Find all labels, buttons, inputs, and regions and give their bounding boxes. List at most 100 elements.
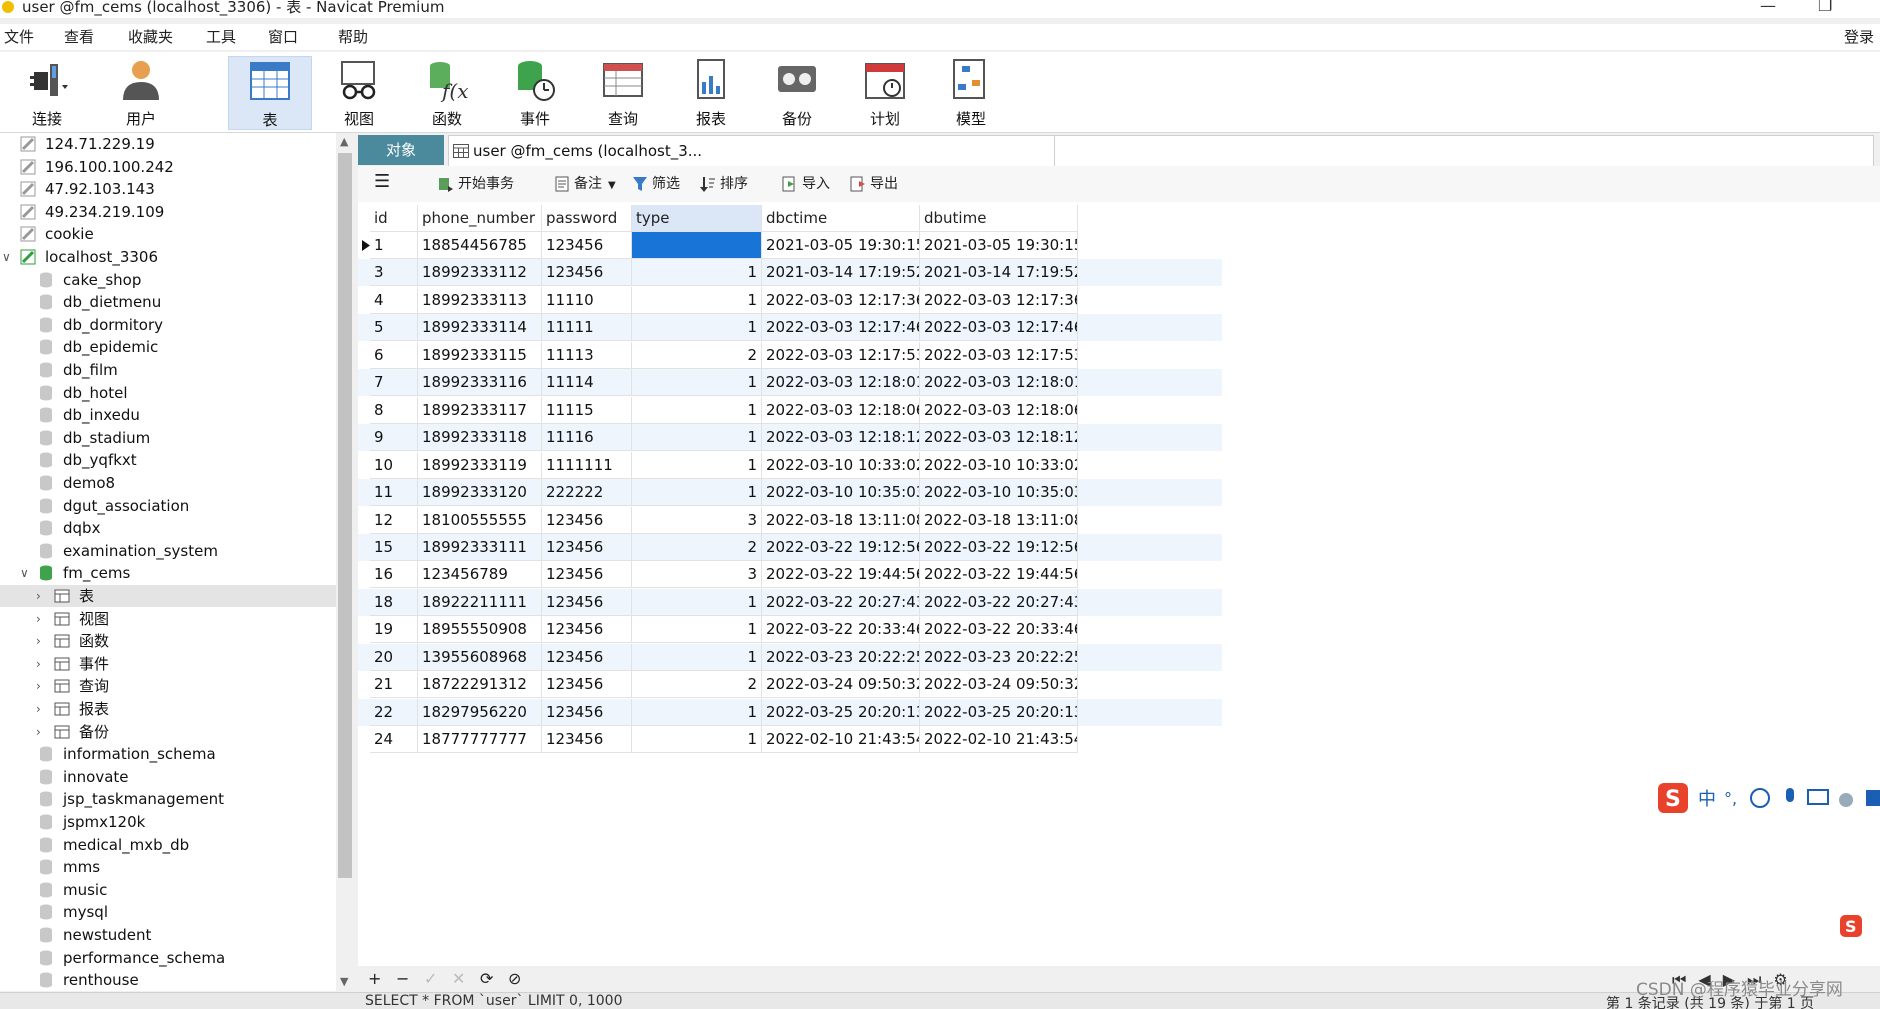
table-cell[interactable]: 18854456785: [418, 232, 542, 259]
table-cell[interactable]: 1: [632, 369, 762, 397]
table-cell[interactable]: 1: [632, 314, 762, 342]
table-cell[interactable]: 123456: [542, 726, 632, 754]
table-cell[interactable]: 13955608968: [418, 643, 542, 671]
table-cell[interactable]: 2022-02-10 21:43:54.979: [762, 726, 920, 754]
tree-item[interactable]: db_hotel: [0, 382, 336, 404]
table-cell[interactable]: 1: [370, 232, 418, 259]
table-cell[interactable]: 2022-03-10 10:35:03.498: [920, 479, 1078, 507]
table-cell[interactable]: 4: [370, 286, 418, 314]
delete-record-icon[interactable]: −: [396, 969, 409, 988]
table-cell[interactable]: 2022-03-22 20:33:46.755: [762, 616, 920, 644]
scroll-down-icon[interactable]: ▼: [340, 975, 348, 988]
table-cell[interactable]: 18992333112: [418, 259, 542, 287]
table-row[interactable]: 9189923331181111612022-03-03 12:18:12.32…: [358, 424, 1222, 452]
table-button[interactable]: 表: [228, 56, 312, 130]
table-cell[interactable]: 2022-03-03 12:17:46.254: [762, 314, 920, 342]
menu-favorites[interactable]: 收藏夹: [128, 26, 173, 47]
table-cell[interactable]: 222222: [542, 479, 632, 507]
tab-user-table[interactable]: user @fm_cems (localhost_3...: [448, 135, 1055, 166]
column-header[interactable]: phone_number: [418, 205, 542, 232]
table-cell[interactable]: 2022-03-22 20:27:43.364: [762, 588, 920, 616]
table-cell[interactable]: 2022-03-10 10:33:02.808: [920, 451, 1078, 479]
tree-item[interactable]: › 表: [0, 585, 336, 607]
table-cell[interactable]: 18992333111: [418, 533, 542, 561]
table-cell[interactable]: 2022-03-18 13:11:08.342: [762, 506, 920, 534]
table-cell[interactable]: 22: [370, 698, 418, 726]
tree-item[interactable]: › 查询: [0, 675, 336, 697]
tree-item[interactable]: mms: [0, 856, 336, 878]
scroll-up-icon[interactable]: ▲: [340, 135, 348, 148]
tree-item[interactable]: jsp_taskmanagement: [0, 788, 336, 810]
table-cell[interactable]: 2022-03-25 20:20:13.248: [762, 698, 920, 726]
ime-float-icon[interactable]: S: [1830, 912, 1880, 940]
chevron-right-icon[interactable]: ›: [36, 585, 46, 607]
tree-item[interactable]: dgut_association: [0, 495, 336, 517]
query-button[interactable]: 查询: [582, 56, 664, 128]
table-cell[interactable]: 2022-03-22 20:27:43.364: [920, 588, 1078, 616]
chevron-right-icon[interactable]: ›: [36, 608, 46, 630]
table-cell[interactable]: 123456: [542, 643, 632, 671]
stop-icon[interactable]: ⊘: [508, 969, 521, 988]
table-cell[interactable]: 2022-03-03 12:18:01.516: [762, 369, 920, 397]
tree-item[interactable]: examination_system: [0, 540, 336, 562]
table-cell[interactable]: 6: [370, 341, 418, 369]
connect-button[interactable]: 连接: [6, 56, 88, 128]
table-cell[interactable]: 2: [632, 533, 762, 561]
tree-item[interactable]: innovate: [0, 766, 336, 788]
tree-item[interactable]: medical_mxb_db: [0, 834, 336, 856]
table-cell[interactable]: 11115: [542, 396, 632, 424]
user-button[interactable]: 用户: [100, 56, 182, 128]
table-cell[interactable]: 123456: [542, 232, 632, 259]
table-cell[interactable]: 1: [632, 424, 762, 452]
table-cell[interactable]: 123456: [542, 616, 632, 644]
tree-item[interactable]: db_film: [0, 359, 336, 381]
sidebar-scrollbar[interactable]: ▲ ▼: [336, 133, 354, 991]
menu-help[interactable]: 帮助: [338, 26, 368, 47]
table-row[interactable]: 121810055555512345632022-03-18 13:11:08.…: [358, 506, 1222, 534]
tree-item[interactable]: 49.234.219.109: [0, 201, 336, 223]
table-cell[interactable]: 2022-03-24 09:50:32.884: [762, 671, 920, 699]
table-cell[interactable]: 18955550908: [418, 616, 542, 644]
tree-item[interactable]: mysql: [0, 901, 336, 923]
function-button[interactable]: f(x) 函数: [406, 56, 488, 128]
table-row[interactable]: 5189923331141111112022-03-03 12:17:46.25…: [358, 314, 1222, 342]
table-cell[interactable]: 18992333116: [418, 369, 542, 397]
table-cell[interactable]: 123456: [542, 588, 632, 616]
table-cell[interactable]: 2: [632, 341, 762, 369]
table-cell[interactable]: 18992333113: [418, 286, 542, 314]
table-cell[interactable]: 11111: [542, 314, 632, 342]
table-row[interactable]: 8189923331171111512022-03-03 12:18:06.48…: [358, 396, 1222, 424]
table-cell[interactable]: 24: [370, 726, 418, 754]
table-cell[interactable]: 11113: [542, 341, 632, 369]
column-header[interactable]: dbctime: [762, 205, 920, 232]
table-cell[interactable]: 2022-03-18 13:11:08.342: [920, 506, 1078, 534]
schedule-button[interactable]: 计划: [844, 56, 926, 128]
table-cell[interactable]: 18992333118: [418, 424, 542, 452]
table-cell[interactable]: 2021-03-14 17:19:52.845: [920, 259, 1078, 287]
menu-window[interactable]: 窗口: [268, 26, 298, 47]
restore-icon[interactable]: ❐: [1818, 0, 1832, 15]
table-cell[interactable]: 7: [370, 369, 418, 397]
table-cell[interactable]: 2022-03-25 20:20:13.248: [920, 698, 1078, 726]
table-cell[interactable]: 1: [632, 616, 762, 644]
column-header[interactable]: type: [632, 205, 762, 232]
chevron-right-icon[interactable]: ›: [36, 653, 46, 675]
login-link[interactable]: 登录: [1844, 26, 1874, 47]
table-cell[interactable]: 18722291312: [418, 671, 542, 699]
table-row[interactable]: 1612345678912345632022-03-22 19:44:56.07…: [358, 561, 1222, 589]
table-cell[interactable]: 3: [370, 259, 418, 287]
table-row[interactable]: 211872229131212345622022-03-24 09:50:32.…: [358, 671, 1222, 699]
menu-icon[interactable]: ☰: [374, 172, 390, 192]
table-cell[interactable]: 3: [632, 561, 762, 589]
tree-item[interactable]: 196.100.100.242: [0, 156, 336, 178]
tree-item[interactable]: jspmx120k: [0, 811, 336, 833]
column-header[interactable]: dbutime: [920, 205, 1078, 232]
tree-item[interactable]: renthouse: [0, 969, 336, 991]
table-cell[interactable]: 1: [632, 259, 762, 287]
table-row[interactable]: 241877777777712345612022-02-10 21:43:54.…: [358, 726, 1222, 754]
table-cell[interactable]: 18297956220: [418, 698, 542, 726]
table-cell[interactable]: 2022-03-03 12:17:36.389: [920, 286, 1078, 314]
table-cell[interactable]: 2022-03-10 10:35:03.498: [762, 479, 920, 507]
tree-item[interactable]: music: [0, 879, 336, 901]
tab-objects[interactable]: 对象: [358, 135, 444, 165]
